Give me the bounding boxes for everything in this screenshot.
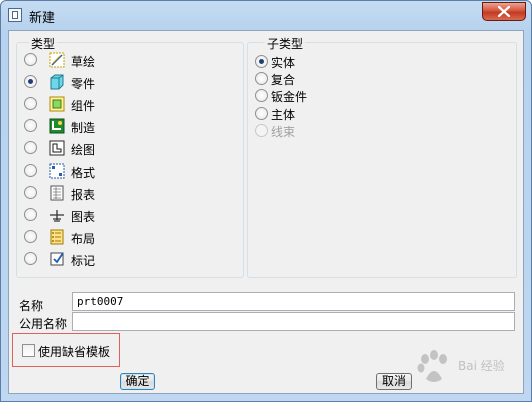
subtype-label[interactable]: 实体 [271,54,295,71]
subtype-radio-4[interactable] [255,107,268,120]
type-label[interactable]: 报表 [71,186,95,203]
type-label[interactable]: 草绘 [71,53,95,70]
type-radio-4[interactable] [24,119,37,132]
manufacturing-icon [49,118,65,134]
format-icon [49,163,65,179]
diagram-icon [49,207,65,223]
name-label: 名称 [19,299,44,313]
layout-icon [49,229,65,245]
paw-logo-icon [417,350,447,382]
new-dialog-window: 新建 类型 草绘零件组件制造绘图格式报表图表布局标记 子类型 实体 复合 钣金件 主体… [0,0,532,402]
report-icon [49,185,65,201]
type-radio-10[interactable] [24,252,37,265]
subtype-radio-3[interactable] [255,89,268,102]
ok-button[interactable]: 确定 [120,373,155,390]
type-label[interactable]: 制造 [71,119,95,136]
dialog-client-area: 类型 草绘 零件 组件 制造 绘图 格式 报表 图表 布局 标记 子类型 实体 复合 钣金件 主体 线束 … [8,30,524,394]
type-label[interactable]: 标记 [71,252,95,269]
baidu-watermark: Bai 经验 [414,341,526,389]
subtype-label[interactable]: 钣金件 [271,88,307,105]
default-template-checkbox[interactable] [22,344,35,357]
type-label[interactable]: 绘图 [71,141,95,158]
type-label[interactable]: 组件 [71,97,95,114]
subtype-radio-5 [255,124,268,137]
subtype-label: 线束 [271,125,296,139]
type-label[interactable]: 图表 [71,208,95,225]
subtype-radio-2[interactable] [255,72,268,85]
part-icon [49,74,65,90]
close-button[interactable] [482,2,526,21]
app-icon [8,8,22,22]
subtype-group-legend: 子类型 [265,35,306,52]
type-label[interactable]: 零件 [71,75,95,92]
watermark-text: Bai 经验 [458,359,505,373]
type-radio-2[interactable] [24,75,37,88]
close-icon [498,6,510,17]
type-radio-8[interactable] [24,208,37,221]
type-radio-6[interactable] [24,164,37,177]
cancel-button[interactable]: 取消 [376,373,412,390]
type-radio-7[interactable] [24,186,37,199]
type-radio-9[interactable] [24,230,37,243]
titlebar[interactable]: 新建 [1,1,531,29]
markup-icon [49,251,65,267]
name-input[interactable]: prt0007 [72,292,515,311]
common-name-input[interactable] [72,312,515,331]
assembly-icon [49,96,65,112]
type-radio-5[interactable] [24,141,37,154]
common-name-label: 公用名称 [19,317,68,331]
type-label[interactable]: 布局 [71,230,95,247]
type-group-legend: 类型 [29,35,58,52]
sketch-icon [49,52,65,68]
subtype-label[interactable]: 主体 [271,106,295,123]
default-template-label[interactable]: 使用缺省模板 [38,343,110,360]
subtype-radio-1[interactable] [255,55,268,68]
type-radio-3[interactable] [24,97,37,110]
drawing-icon [49,140,65,156]
type-radio-1[interactable] [24,53,37,66]
window-title: 新建 [29,11,56,26]
subtype-label[interactable]: 复合 [271,71,295,88]
type-label[interactable]: 格式 [71,164,95,181]
